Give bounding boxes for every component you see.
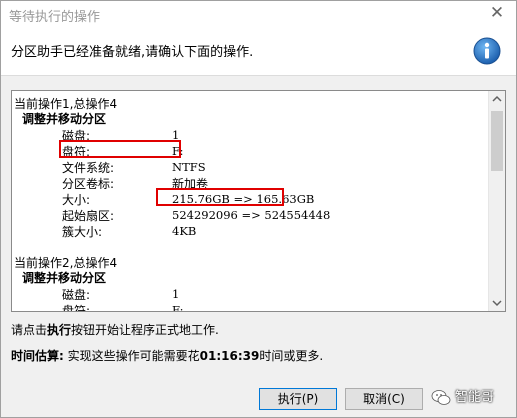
instruction-bold: 执行: [47, 323, 72, 337]
title-bar: 等待执行的操作 ✕: [1, 1, 516, 27]
field-label: 起始扇区:: [62, 209, 115, 223]
watermark: 智能哥: [431, 385, 511, 411]
window-title: 等待执行的操作: [9, 10, 101, 25]
operation-title: 调整并移动分区: [22, 271, 107, 285]
estimate-time: 01:16:39: [199, 349, 260, 363]
field-label: 磁盘:: [62, 288, 91, 302]
field-value: NTFS: [172, 160, 206, 174]
field-value: 4KB: [172, 224, 197, 238]
scroll-down-arrow-icon[interactable]: [489, 295, 505, 311]
cancel-button[interactable]: 取消(C): [345, 388, 423, 410]
estimate-text-end: 时间或更多.: [259, 349, 324, 363]
scrollbar-thumb[interactable]: [491, 111, 503, 171]
operations-content: 当前操作1,总操作4 调整并移动分区 磁盘: 1 盘符: F: 文件系统: NT…: [12, 91, 490, 311]
execute-button[interactable]: 执行(P): [259, 388, 337, 410]
highlight-box-size: [156, 188, 284, 206]
estimate-label: 时间估算:: [11, 349, 64, 363]
field-value: 524292096 => 524554448: [172, 208, 331, 222]
wechat-icon: [431, 390, 451, 405]
close-icon[interactable]: ✕: [488, 3, 506, 23]
field-label: 盘符:: [62, 304, 91, 311]
operations-list[interactable]: 当前操作1,总操作4 调整并移动分区 磁盘: 1 盘符: F: 文件系统: NT…: [11, 90, 506, 312]
field-value: F:: [172, 303, 184, 311]
estimate-text: 实现这些操作可能需要花: [67, 349, 200, 363]
field-label: 分区卷标:: [62, 177, 115, 191]
vertical-scrollbar[interactable]: [488, 91, 505, 311]
pending-operations-dialog: 等待执行的操作 ✕ 分区助手已经准备就绪,请确认下面的操作. 当前操作1,总操作…: [0, 0, 517, 418]
operation-title: 调整并移动分区: [22, 112, 107, 126]
time-estimate: 时间估算: 实现这些操作可能需要花01:16:39时间或更多.: [11, 347, 323, 364]
info-icon: [473, 37, 501, 65]
field-label: 簇大小:: [62, 225, 103, 239]
field-label: 大小:: [62, 193, 91, 207]
banner-text: 分区助手已经准备就绪,请确认下面的操作.: [11, 45, 254, 60]
header-banner: 分区助手已经准备就绪,请确认下面的操作.: [1, 27, 516, 76]
field-label: 文件系统:: [62, 161, 115, 175]
watermark-text: 智能哥: [455, 390, 495, 405]
scroll-up-arrow-icon[interactable]: [489, 91, 505, 107]
instruction-prefix: 请点击: [11, 323, 48, 337]
highlight-box-drive-letter: [59, 140, 181, 158]
instruction-text: 请点击执行按钮开始让程序正式地工作.: [11, 321, 219, 338]
instruction-suffix: 按钮开始让程序正式地工作.: [71, 323, 219, 337]
field-value: 1: [172, 287, 180, 301]
